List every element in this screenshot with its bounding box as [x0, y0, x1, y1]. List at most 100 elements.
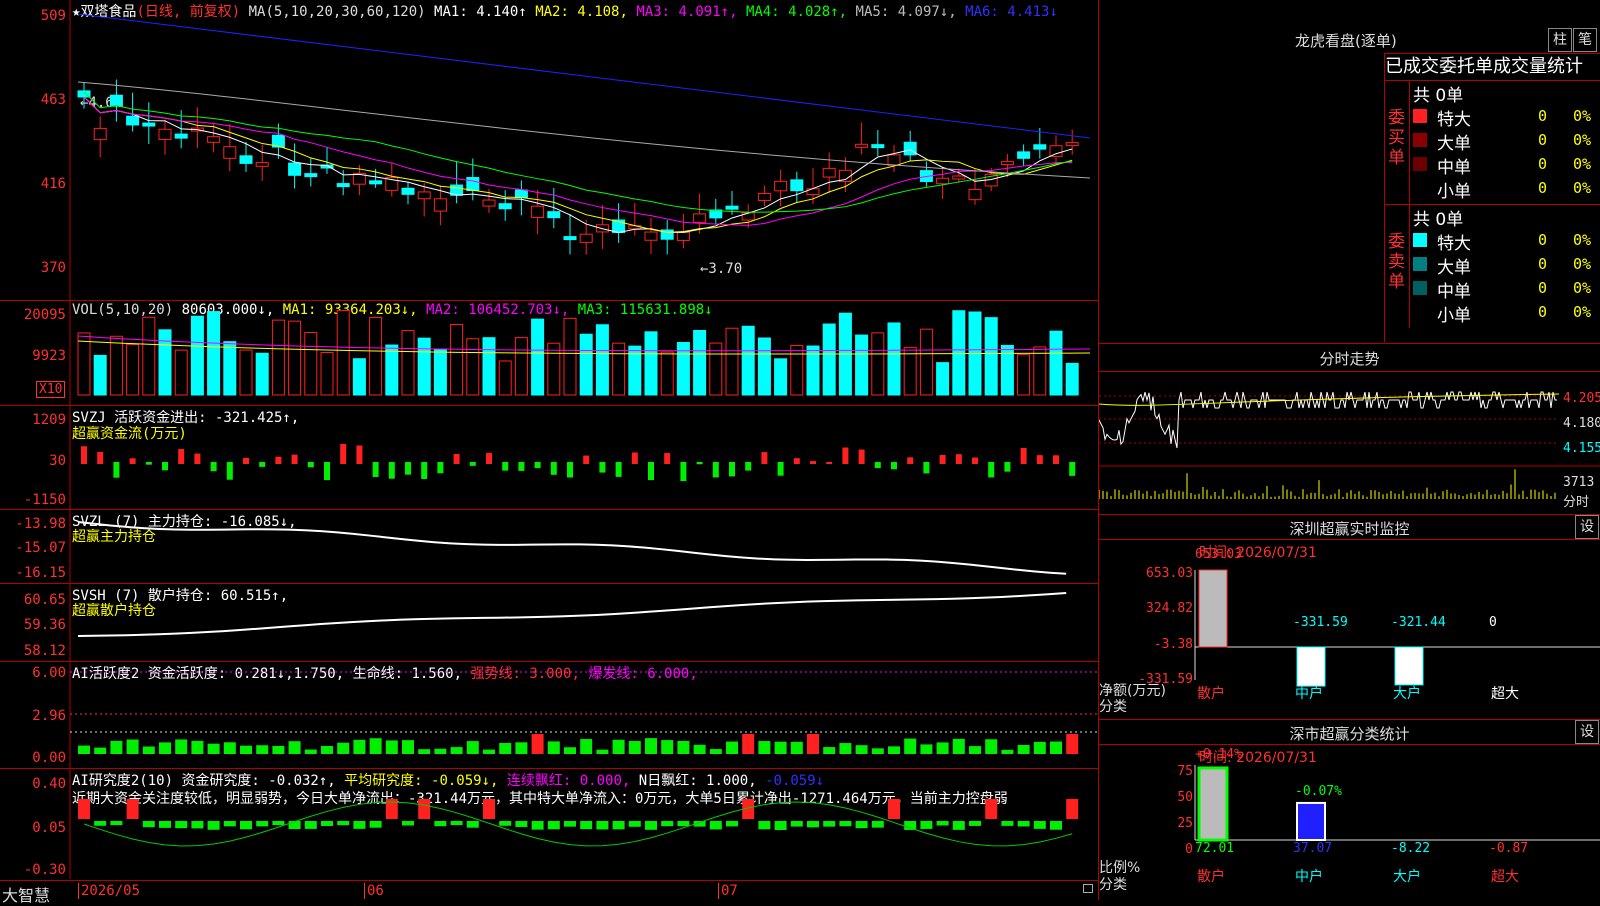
chart-area[interactable]: 509 463 416 370 ★双塔食品(日线, 前复权) MA(5,10,2… [0, 0, 1098, 905]
svzj-bar [259, 462, 266, 467]
ai1-bar [515, 742, 528, 754]
ai-activity-panel[interactable]: 6.00 2.96 0.00 AI活跃度2 资金活跃度: 0.281↓,1.75… [0, 662, 1098, 769]
lhb-row-count: 0 [1538, 107, 1548, 125]
ai1-bar [547, 741, 560, 754]
ai1-bar [726, 741, 738, 754]
svzj-bar [145, 462, 152, 465]
svsh-panel[interactable]: 60.65 59.36 58.12 SVSH (7) 散户持仓: 60.515↑… [0, 584, 1098, 662]
candle-body [579, 233, 593, 243]
volume-bar [887, 322, 901, 396]
szc-bar-value: 72.01 [1195, 841, 1235, 856]
candle-body [401, 187, 415, 195]
volume-bar [1065, 362, 1079, 396]
svzj-bar [891, 462, 897, 470]
ai1-bar [418, 749, 431, 754]
ai2-bar [580, 821, 593, 830]
szc-bar-value: -0.87 [1489, 841, 1529, 856]
svzl-chart[interactable] [0, 510, 1098, 583]
price-panel[interactable]: 509 463 416 370 ★双塔食品(日线, 前复权) MA(5,10,2… [0, 0, 1098, 301]
svzl-panel[interactable]: -13.98 -15.07 -16.15 SVZL (7) 主力持仓: -16.… [0, 510, 1098, 584]
lhb-row-percent: 0% [1573, 179, 1592, 197]
lhb-row-buy: 特大 0 0% [1413, 105, 1600, 130]
ai2-bar [839, 821, 852, 827]
lock-icon[interactable] [1083, 884, 1093, 893]
lhb-row-label: 特大 [1437, 234, 1471, 254]
candle-body [336, 183, 350, 188]
svzj-bar [858, 449, 865, 464]
candlestick-chart[interactable] [0, 0, 1098, 300]
lhb-title: 龙虎看盘(逐单) [1295, 32, 1397, 50]
ai-research-chart[interactable] [0, 769, 1098, 879]
lhb-row-count: 0 [1538, 303, 1548, 321]
ai-research-panel[interactable]: 0.40 0.05 -0.30 AI研究度2(10) 资金研究度: -0.032… [0, 769, 1098, 879]
ai1-bar [288, 741, 301, 754]
lhb-table: 委买单 共 0单 委卖单 共 0单 特大 0 0% 大单 0 0% 中单 0 0% 小单 0 0% 特大… [1384, 80, 1600, 342]
svzj-bar [178, 449, 185, 464]
ai1-bar [807, 734, 819, 754]
volume-panel[interactable]: 20095 9923 X10 VOL(5,10,20) 80603.000↓, … [0, 301, 1098, 406]
ai1-bar [952, 738, 965, 754]
sz-class-chart[interactable] [1099, 720, 1600, 900]
candle-body [255, 162, 269, 167]
volume-bar [77, 332, 91, 396]
ai1-bar [207, 743, 220, 754]
tick-mode-button[interactable]: 笔 [1573, 28, 1597, 52]
ma6-line [77, 13, 1091, 139]
svzj-bar [745, 462, 752, 471]
ai2-bar [418, 799, 431, 819]
ai1-bar [612, 739, 625, 754]
ai2-bar [288, 821, 301, 830]
volume-bar [822, 323, 836, 396]
ai2-bar [466, 821, 479, 828]
svzj-panel[interactable]: 1209 30 -1150 SVZJ 活跃资金进出: -321.425↑, 超赢… [0, 406, 1098, 510]
ai2-bar [774, 821, 787, 830]
ai1-bar [564, 747, 576, 754]
candle-body [903, 141, 917, 156]
ai2-bar [985, 799, 998, 819]
szc-top-label: +0.14% [1195, 747, 1242, 762]
ai2-bar [726, 821, 738, 827]
candle-body [1065, 142, 1079, 147]
svzj-chart[interactable] [0, 406, 1098, 509]
intraday-chart[interactable] [1099, 344, 1600, 514]
ai1-bar [871, 748, 884, 754]
volume-bar [660, 351, 674, 396]
svzj-bar [1053, 455, 1059, 464]
bar-mode-button[interactable]: 柱 [1548, 28, 1572, 52]
ai1-bar [628, 740, 641, 754]
volume-bar [304, 331, 318, 396]
szm-bar-value: -321.44 [1391, 615, 1446, 630]
ai-activity-chart[interactable] [0, 662, 1098, 768]
sell-total: 共 0单 [1413, 210, 1464, 230]
candle-body [1049, 145, 1063, 157]
sz-monitor-chart[interactable] [1099, 515, 1600, 719]
ai2-bar [936, 821, 949, 826]
volume-bar [255, 352, 269, 396]
candle-body [1017, 151, 1031, 159]
volume-bar [741, 325, 755, 396]
lhb-row-sell: 小单 0 0% [1413, 301, 1600, 326]
ai1-bar [969, 746, 981, 754]
ai2-bar [240, 821, 252, 830]
candle-body [887, 154, 901, 166]
ai1-bar [402, 740, 414, 754]
volume-bar [433, 348, 447, 396]
candle-body [109, 94, 123, 107]
candle-body [126, 115, 140, 126]
szm-bar-value: -331.59 [1293, 615, 1348, 630]
color-swatch-icon [1413, 305, 1427, 319]
volume-bar [595, 324, 609, 396]
volume-chart[interactable] [0, 301, 1098, 405]
candle-body [676, 231, 690, 241]
candle-body [482, 199, 496, 207]
svzj-bar [275, 456, 282, 464]
volume-bar [547, 342, 561, 396]
ai1-bar [499, 742, 512, 754]
ai1-bar [1050, 741, 1062, 754]
svsh-chart[interactable] [0, 584, 1098, 661]
svzj-bar [599, 462, 606, 473]
x-date-3: 07 [718, 883, 738, 899]
svzj-bar [372, 462, 379, 477]
sell-side-label: 委卖单 [1388, 232, 1405, 292]
candle-body [790, 179, 804, 192]
